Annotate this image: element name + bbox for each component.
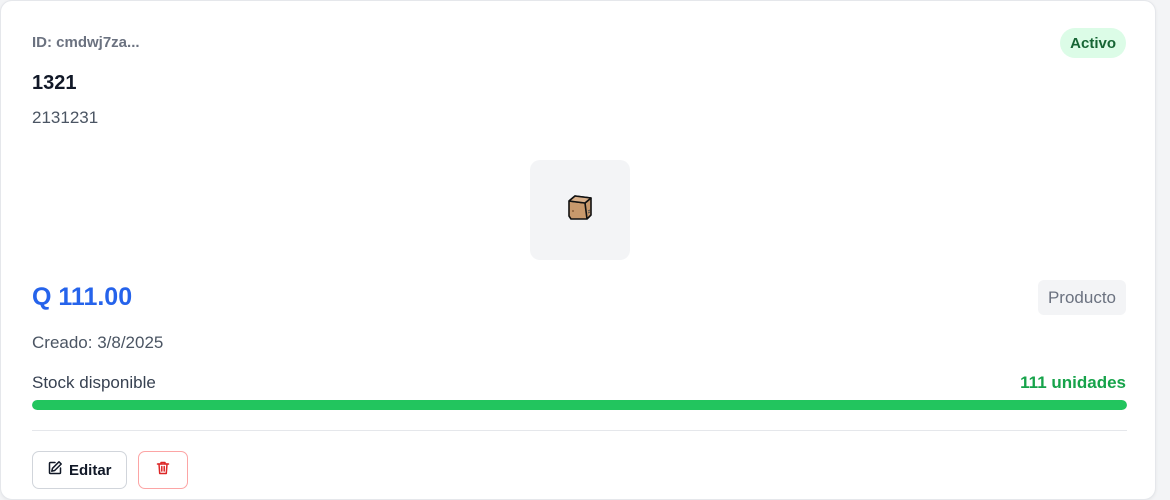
status-badge: Activo — [1060, 28, 1126, 58]
product-description: 2131231 — [32, 108, 99, 127]
delete-button[interactable] — [138, 451, 188, 489]
edit-button-label: Editar — [69, 461, 112, 479]
stock-progress-fill — [32, 400, 1127, 410]
edit-button[interactable]: Editar — [32, 451, 127, 489]
product-type-badge: Producto — [1037, 280, 1126, 315]
created-date: Creado: 3/8/2025 — [32, 333, 164, 352]
pencil-icon — [47, 460, 63, 480]
stock-progress-bar — [32, 400, 1127, 410]
product-image-placeholder — [530, 160, 630, 260]
stock-label: Stock disponible — [32, 373, 156, 392]
product-price: Q 111.00 — [32, 283, 133, 311]
product-card: ID: cmdwj7za... Activo 1321 2131231 Q 11… — [0, 0, 1156, 500]
trash-icon — [155, 460, 171, 480]
product-name: 1321 — [32, 72, 77, 94]
divider — [32, 430, 1127, 431]
package-icon — [564, 192, 596, 229]
stock-units: 111 unidades — [1020, 373, 1126, 392]
product-id: ID: cmdwj7za... — [32, 34, 140, 51]
